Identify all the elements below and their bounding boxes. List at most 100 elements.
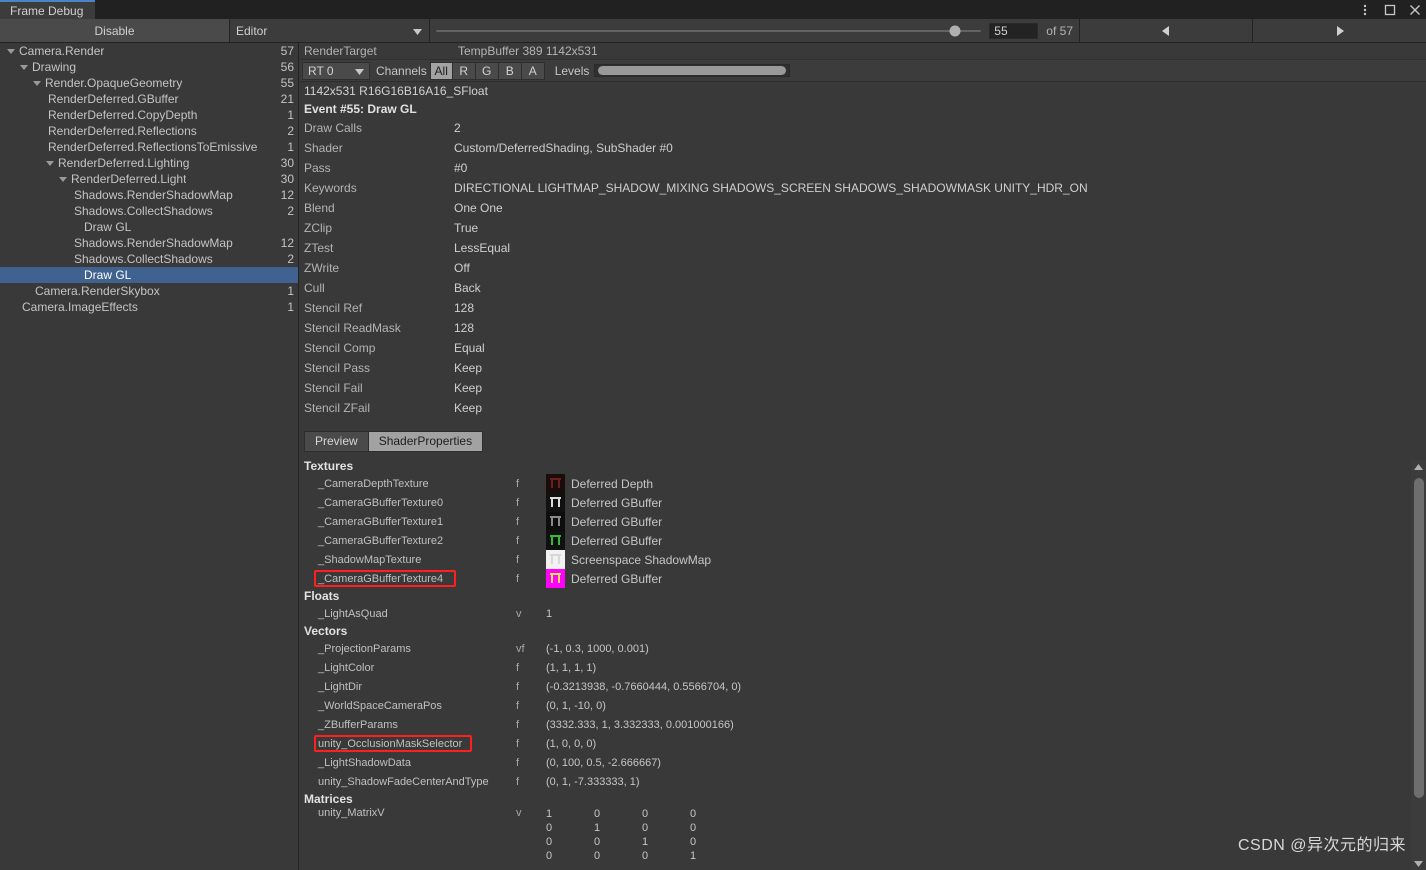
matrix-cell: 1 <box>594 822 601 834</box>
detail-subtabs: Preview ShaderProperties <box>304 430 1426 452</box>
property-row: ZWrite Off <box>300 258 1426 278</box>
tree-row-label: RenderDeferred.Light <box>71 172 187 186</box>
channels-label: Channels <box>376 63 427 78</box>
vector-row: _WorldSpaceCameraPos f (0, 1, -10, 0) <box>300 696 1426 715</box>
event-slider[interactable] <box>436 19 982 43</box>
property-key: ZTest <box>304 241 334 255</box>
scrollbar-thumb[interactable] <box>1414 478 1424 798</box>
texture-thumbnail[interactable] <box>546 474 565 493</box>
texture-row: _CameraGBufferTexture2 f Deferred GBuffer <box>300 531 1426 550</box>
channel-button-r[interactable]: R <box>452 61 476 80</box>
tree-row[interactable]: Drawing 56 <box>0 59 298 75</box>
tree-row[interactable]: Camera.Render 57 <box>0 43 298 59</box>
tree-row-label: Drawing <box>32 60 77 74</box>
scroll-down-icon[interactable] <box>1411 857 1426 870</box>
event-tree-panel[interactable]: Camera.Render 57 Drawing 56 Render.OpaqueGeo… <box>0 43 299 870</box>
levels-slider-fill <box>598 66 787 75</box>
watermark: CSDN @异次元的归来 <box>1237 837 1406 854</box>
texture-row: _CameraDepthTexture f Deferred Depth <box>300 474 1426 493</box>
maximize-icon[interactable] <box>1383 3 1397 17</box>
tree-row[interactable]: RenderDeferred.Light 30 <box>0 171 298 187</box>
texture-row: _ShadowMapTexture f Screenspace ShadowMap <box>300 550 1426 569</box>
tree-row-count: 1 <box>287 140 294 154</box>
matrix-cell: 0 <box>642 822 649 834</box>
vertical-scrollbar[interactable] <box>1411 460 1426 870</box>
tree-row-count: 2 <box>287 124 294 138</box>
property-key: Keywords <box>304 181 357 195</box>
next-event-button[interactable] <box>1253 19 1426 42</box>
disable-button[interactable]: Disable <box>0 19 230 42</box>
vectors-list: _ProjectionParams vf (-1, 0.3, 1000, 0.001… <box>300 639 1426 791</box>
property-key: Blend <box>304 201 335 215</box>
property-value: Keep <box>454 381 483 395</box>
tree-row-count: 2 <box>287 204 294 218</box>
property-flag: f <box>516 775 520 788</box>
subtab-shaderproperties[interactable]: ShaderProperties <box>368 430 484 452</box>
property-value: (0, 1, -7.333333, 1) <box>546 775 640 788</box>
chevron-down-icon[interactable] <box>45 155 55 171</box>
property-value: Deferred GBuffer <box>571 514 663 529</box>
tree-row[interactable]: RenderDeferred.ReflectionsToEmissive 1 <box>0 139 298 155</box>
rt-select-dropdown[interactable]: RT 0 <box>302 61 370 80</box>
texture-thumbnail[interactable] <box>546 493 565 512</box>
tree-row[interactable]: Render.OpaqueGeometry 55 <box>0 75 298 91</box>
texture-thumbnail[interactable] <box>546 550 565 569</box>
chevron-down-icon[interactable] <box>19 59 29 75</box>
event-index-input[interactable]: 55 <box>989 22 1039 39</box>
title-bar: Frame Debug <box>0 0 1426 19</box>
chevron-down-icon[interactable] <box>6 43 16 59</box>
rendertarget-label: RenderTarget <box>304 44 377 58</box>
close-icon[interactable] <box>1408 3 1422 17</box>
tree-row[interactable]: Draw GL <box>0 267 298 283</box>
prev-event-button[interactable] <box>1080 19 1253 42</box>
tree-row[interactable]: Shadows.CollectShadows 2 <box>0 251 298 267</box>
tree-row[interactable]: Shadows.RenderShadowMap 12 <box>0 187 298 203</box>
matrix-cell: 0 <box>594 808 601 820</box>
property-row: Keywords DIRECTIONAL LIGHTMAP_SHADOW_MIXI… <box>300 178 1426 198</box>
property-flag: f <box>516 534 520 547</box>
target-dropdown-value: Editor <box>236 23 268 38</box>
tree-row[interactable]: Camera.RenderSkybox 1 <box>0 283 298 299</box>
tree-row[interactable]: Shadows.RenderShadowMap 12 <box>0 235 298 251</box>
scroll-up-icon[interactable] <box>1411 460 1426 473</box>
property-name: unity_ShadowFadeCenterAndType <box>318 775 489 788</box>
property-flag: f <box>516 661 520 674</box>
texture-thumbnail[interactable] <box>546 531 565 550</box>
tree-row[interactable]: Camera.ImageEffects 1 <box>0 299 298 315</box>
matrix-cell: 0 <box>546 836 553 848</box>
property-value: Equal <box>454 341 485 355</box>
tree-row-label: Camera.RenderSkybox <box>35 284 160 298</box>
chevron-down-icon[interactable] <box>58 171 68 187</box>
tree-row[interactable]: RenderDeferred.CopyDepth 1 <box>0 107 298 123</box>
channel-button-group: All R G B A <box>429 61 545 80</box>
channel-button-g[interactable]: G <box>475 61 499 80</box>
tree-row-label: RenderDeferred.ReflectionsToEmissive <box>48 140 258 154</box>
vector-row: unity_ShadowFadeCenterAndType f (0, 1, -7.… <box>300 772 1426 791</box>
tree-row[interactable]: Draw GL <box>0 219 298 235</box>
chevron-down-icon[interactable] <box>32 75 42 91</box>
texture-thumbnail[interactable] <box>546 569 565 588</box>
kebab-menu-icon[interactable] <box>1358 3 1372 17</box>
texture-thumbnail[interactable] <box>546 512 565 531</box>
tree-row[interactable]: RenderDeferred.Lighting 30 <box>0 155 298 171</box>
event-slider-knob[interactable] <box>949 25 961 36</box>
channel-button-b[interactable]: B <box>498 61 522 80</box>
tree-row-label: Shadows.CollectShadows <box>74 252 213 266</box>
channel-button-all[interactable]: All <box>429 61 453 80</box>
tree-row[interactable]: RenderDeferred.GBuffer 21 <box>0 91 298 107</box>
tab-label: Frame Debug <box>10 3 84 18</box>
levels-slider[interactable] <box>594 64 791 77</box>
tree-row-count: 12 <box>280 188 294 202</box>
tree-row[interactable]: RenderDeferred.Reflections 2 <box>0 123 298 139</box>
subtab-preview[interactable]: Preview <box>304 430 369 452</box>
property-name: _CameraGBufferTexture1 <box>318 515 444 528</box>
tree-row[interactable]: Shadows.CollectShadows 2 <box>0 203 298 219</box>
target-dropdown[interactable]: Editor <box>230 19 430 42</box>
property-value: 128 <box>454 321 475 335</box>
channel-button-a[interactable]: A <box>521 61 545 80</box>
tab-frame-debug[interactable]: Frame Debug <box>0 0 96 19</box>
property-key: Stencil ZFail <box>304 401 371 415</box>
tree-row-label: RenderDeferred.CopyDepth <box>48 108 198 122</box>
rendertarget-value: TempBuffer 389 1142x531 <box>458 44 598 58</box>
matrix-flag: v <box>516 807 522 819</box>
